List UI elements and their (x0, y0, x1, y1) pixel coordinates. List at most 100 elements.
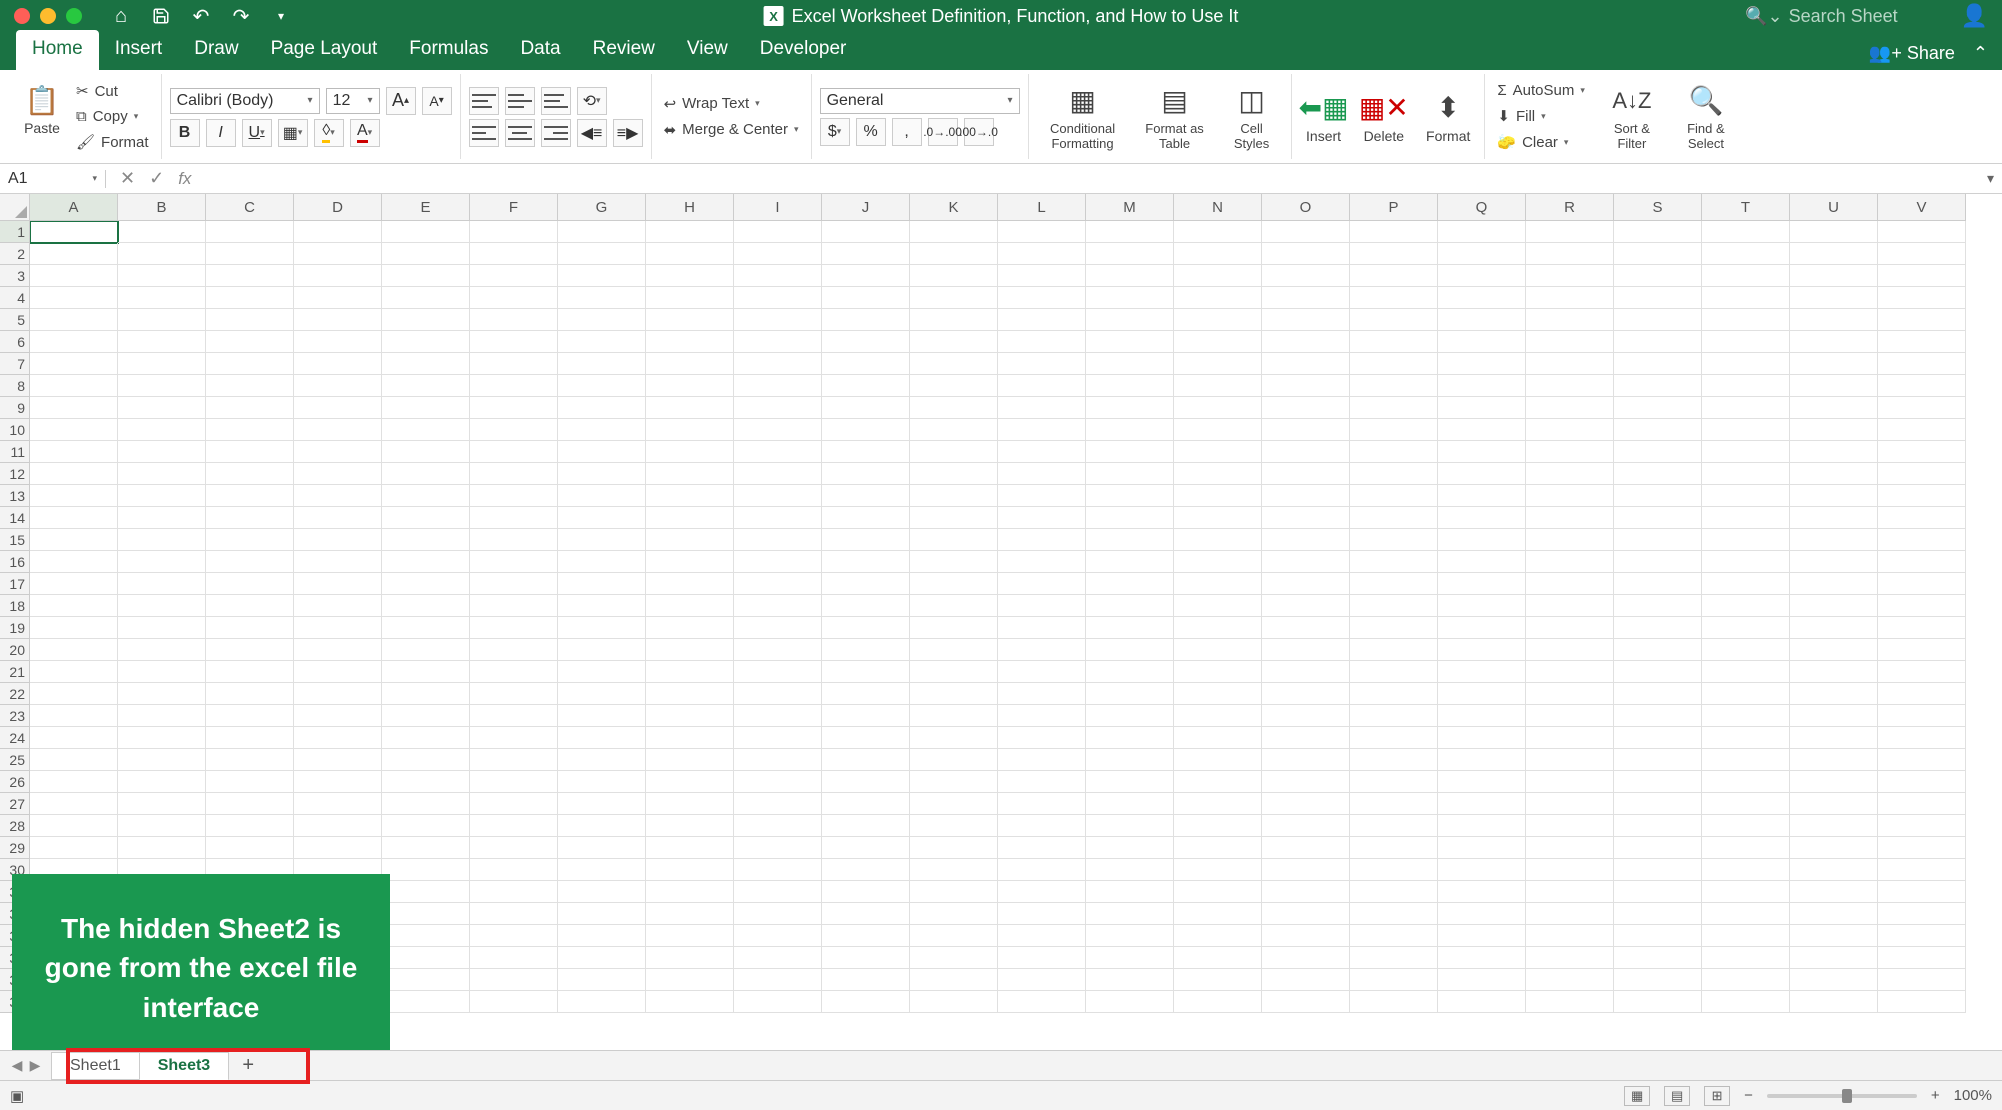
underline-button[interactable]: U▾ (242, 119, 272, 147)
borders-button[interactable]: ▦▾ (278, 119, 308, 147)
cell-Q13[interactable] (1438, 485, 1526, 507)
align-right-button[interactable] (541, 119, 571, 147)
row-header-21[interactable]: 21 (0, 661, 30, 683)
cell-K4[interactable] (910, 287, 998, 309)
cell-V9[interactable] (1878, 397, 1966, 419)
cell-P18[interactable] (1350, 595, 1438, 617)
cell-C29[interactable] (206, 837, 294, 859)
tab-review[interactable]: Review (577, 30, 671, 70)
add-sheet-button[interactable]: + (235, 1053, 261, 1079)
cell-H32[interactable] (646, 903, 734, 925)
cell-C24[interactable] (206, 727, 294, 749)
cell-G7[interactable] (558, 353, 646, 375)
cell-H12[interactable] (646, 463, 734, 485)
cell-G29[interactable] (558, 837, 646, 859)
column-header-H[interactable]: H (646, 194, 734, 221)
comma-button[interactable]: , (892, 118, 922, 146)
cell-M26[interactable] (1086, 771, 1174, 793)
cell-H1[interactable] (646, 221, 734, 243)
cell-G26[interactable] (558, 771, 646, 793)
column-header-M[interactable]: M (1086, 194, 1174, 221)
cell-L25[interactable] (998, 749, 1086, 771)
cell-C4[interactable] (206, 287, 294, 309)
cell-G14[interactable] (558, 507, 646, 529)
cell-B21[interactable] (118, 661, 206, 683)
row-header-12[interactable]: 12 (0, 463, 30, 485)
cell-Q1[interactable] (1438, 221, 1526, 243)
cell-S36[interactable] (1614, 991, 1702, 1013)
cell-P34[interactable] (1350, 947, 1438, 969)
cell-M36[interactable] (1086, 991, 1174, 1013)
delete-cells-button[interactable]: ▦✕Delete (1358, 88, 1410, 146)
cell-S16[interactable] (1614, 551, 1702, 573)
cell-P17[interactable] (1350, 573, 1438, 595)
cell-G20[interactable] (558, 639, 646, 661)
cell-K20[interactable] (910, 639, 998, 661)
cell-J9[interactable] (822, 397, 910, 419)
cell-V31[interactable] (1878, 881, 1966, 903)
cell-Q12[interactable] (1438, 463, 1526, 485)
cell-S35[interactable] (1614, 969, 1702, 991)
cell-F24[interactable] (470, 727, 558, 749)
cell-M5[interactable] (1086, 309, 1174, 331)
cell-P20[interactable] (1350, 639, 1438, 661)
find-select-button[interactable]: 🔍Find & Select (1675, 81, 1737, 153)
cell-P12[interactable] (1350, 463, 1438, 485)
cell-Q2[interactable] (1438, 243, 1526, 265)
cell-H31[interactable] (646, 881, 734, 903)
cell-R22[interactable] (1526, 683, 1614, 705)
column-header-B[interactable]: B (118, 194, 206, 221)
cell-P30[interactable] (1350, 859, 1438, 881)
cell-U1[interactable] (1790, 221, 1878, 243)
cell-B28[interactable] (118, 815, 206, 837)
cell-N36[interactable] (1174, 991, 1262, 1013)
cell-J34[interactable] (822, 947, 910, 969)
expand-formula-bar-icon[interactable]: ▾ (1987, 170, 1994, 187)
cell-E28[interactable] (382, 815, 470, 837)
cell-B20[interactable] (118, 639, 206, 661)
cell-R10[interactable] (1526, 419, 1614, 441)
cell-F15[interactable] (470, 529, 558, 551)
cell-H3[interactable] (646, 265, 734, 287)
column-header-E[interactable]: E (382, 194, 470, 221)
align-top-button[interactable] (469, 87, 499, 115)
cell-L27[interactable] (998, 793, 1086, 815)
cell-I30[interactable] (734, 859, 822, 881)
cell-C10[interactable] (206, 419, 294, 441)
cell-N7[interactable] (1174, 353, 1262, 375)
cell-Q17[interactable] (1438, 573, 1526, 595)
cell-O30[interactable] (1262, 859, 1350, 881)
cell-A13[interactable] (30, 485, 118, 507)
cell-Q9[interactable] (1438, 397, 1526, 419)
cell-O1[interactable] (1262, 221, 1350, 243)
cell-S11[interactable] (1614, 441, 1702, 463)
cell-R20[interactable] (1526, 639, 1614, 661)
cell-L32[interactable] (998, 903, 1086, 925)
cell-N4[interactable] (1174, 287, 1262, 309)
cell-J33[interactable] (822, 925, 910, 947)
cell-U24[interactable] (1790, 727, 1878, 749)
cell-H13[interactable] (646, 485, 734, 507)
cell-O25[interactable] (1262, 749, 1350, 771)
page-layout-view-button[interactable]: ▤ (1664, 1086, 1690, 1106)
cell-A9[interactable] (30, 397, 118, 419)
cell-E24[interactable] (382, 727, 470, 749)
cell-E22[interactable] (382, 683, 470, 705)
cell-G25[interactable] (558, 749, 646, 771)
cell-F22[interactable] (470, 683, 558, 705)
cell-G15[interactable] (558, 529, 646, 551)
cell-P21[interactable] (1350, 661, 1438, 683)
cell-F28[interactable] (470, 815, 558, 837)
cell-K36[interactable] (910, 991, 998, 1013)
cell-J2[interactable] (822, 243, 910, 265)
cell-V28[interactable] (1878, 815, 1966, 837)
cell-S26[interactable] (1614, 771, 1702, 793)
cell-K13[interactable] (910, 485, 998, 507)
cell-J25[interactable] (822, 749, 910, 771)
cell-V16[interactable] (1878, 551, 1966, 573)
cell-H8[interactable] (646, 375, 734, 397)
cell-O29[interactable] (1262, 837, 1350, 859)
cell-B16[interactable] (118, 551, 206, 573)
cell-T19[interactable] (1702, 617, 1790, 639)
wrap-text-button[interactable]: ↩Wrap Text▾ (660, 93, 764, 115)
